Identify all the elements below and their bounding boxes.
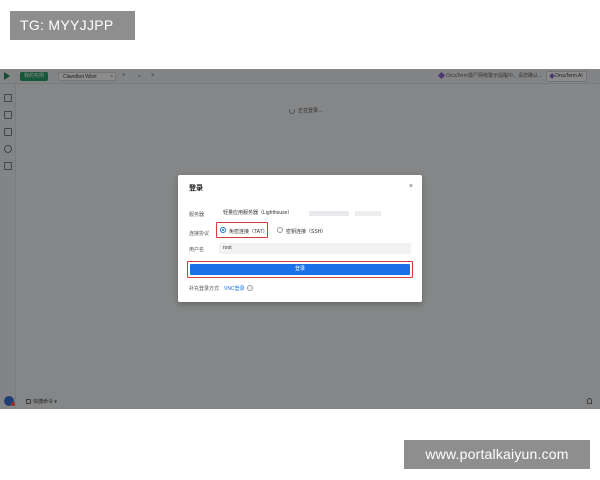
close-icon[interactable]: ×: [409, 183, 413, 191]
username-input[interactable]: root: [219, 243, 411, 254]
radio-tat-label[interactable]: 免密连接（TAT）: [229, 228, 268, 235]
protocol-label: 连接协议: [189, 231, 210, 237]
vnc-login-link[interactable]: VNC登录: [224, 285, 245, 292]
radio-ssh[interactable]: [277, 227, 283, 233]
radio-ssh-label[interactable]: 密钥连接（SSH）: [286, 228, 326, 235]
username-label: 用户名: [189, 247, 205, 253]
server-value: 轻量应用服务器（Lighthouse）: [223, 210, 293, 216]
redacted-id-block: [355, 211, 381, 216]
page: TG: MYYJJPP 我的实例 Clawdbot Wbxt × + ⌄ × O…: [0, 0, 600, 480]
supplementary-login-label: 补充登录方式: [189, 286, 220, 292]
watermark-site-label: www.portalkaiyun.com: [404, 440, 590, 469]
watermark-tg-label: TG: MYYJJPP: [10, 11, 135, 40]
login-dialog: 登录 × 服务器 轻量应用服务器（Lighthouse） 连接协议 免密连接（T…: [178, 175, 422, 302]
login-button[interactable]: 登录: [190, 264, 410, 275]
redacted-ip-block: [309, 211, 349, 216]
server-label: 服务器: [189, 212, 205, 218]
server-field: 轻量应用服务器（Lighthouse）: [219, 208, 411, 219]
radio-tat[interactable]: [220, 227, 226, 233]
dialog-title: 登录: [189, 185, 203, 192]
info-icon[interactable]: i: [247, 285, 253, 291]
